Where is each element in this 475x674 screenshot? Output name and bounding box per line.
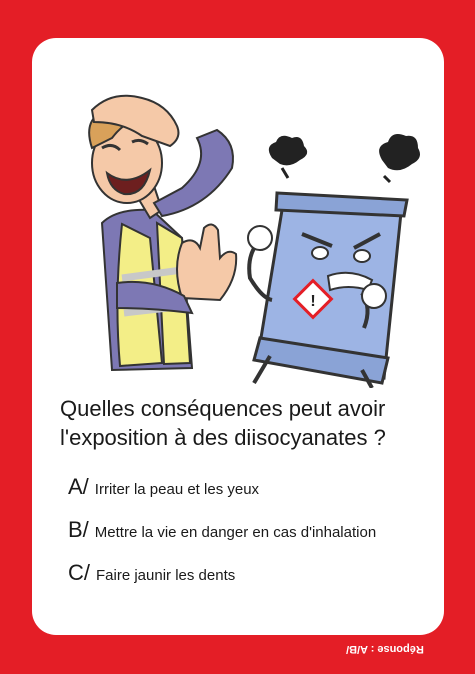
answer-text: Faire jaunir les dents: [96, 567, 236, 584]
answer-text: Irriter la peau et les yeux: [94, 481, 260, 498]
answer-letter: C/: [68, 560, 90, 585]
quiz-card: ! Quelles conséquences peut avoir l'expo…: [32, 38, 444, 635]
answer-a: A/ Irriter la peau et les yeux: [68, 474, 440, 517]
answer-letter: A/: [68, 474, 89, 499]
answer-letter: B/: [68, 517, 89, 542]
answer-list: A/ Irriter la peau et les yeux B/ Mettre…: [68, 474, 440, 603]
barrel-illustration: !: [247, 134, 420, 388]
svg-text:!: !: [310, 293, 315, 310]
worker-illustration: [88, 94, 238, 372]
answer-c: C/ Faire jaunir les dents: [68, 560, 440, 603]
illustration: !: [88, 94, 420, 388]
answer-b: B/ Mettre la vie en danger en cas d'inha…: [68, 517, 440, 560]
question-line-2: l'exposition à des diisocyanates ?: [60, 425, 386, 450]
answer-text: Mettre la vie en danger en cas d'inhalat…: [94, 524, 377, 541]
question: Quelles conséquences peut avoir l'exposi…: [60, 394, 432, 452]
response-label: Réponse : A/B/: [346, 643, 424, 655]
question-line-1: Quelles conséquences peut avoir: [60, 396, 386, 421]
